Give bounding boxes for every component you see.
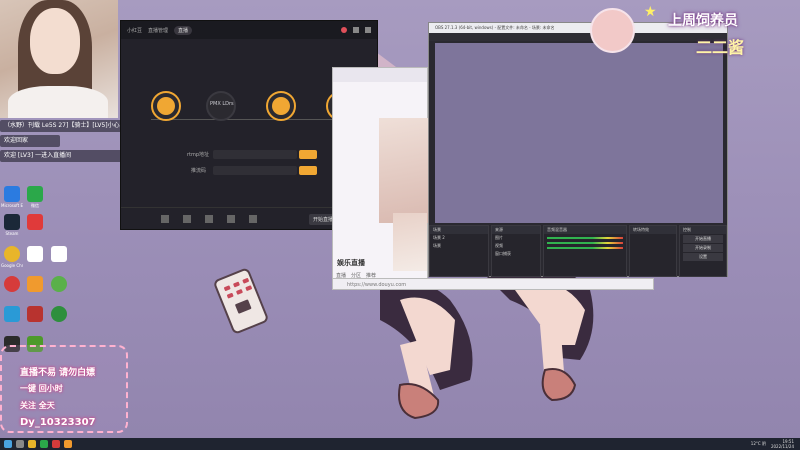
- stream-thumbnail[interactable]: [379, 118, 429, 223]
- minimize-icon[interactable]: [353, 27, 359, 33]
- browser-brand: 娱乐直播: [337, 259, 365, 267]
- tab-item[interactable]: 小红豆: [127, 27, 142, 34]
- top-feeder-title: 上周饲养员: [668, 13, 738, 29]
- url-bar[interactable]: https://www.douyu.com: [332, 278, 654, 290]
- scene-item[interactable]: 场景: [430, 242, 488, 250]
- mixer-panel: 音频混音器: [543, 225, 627, 277]
- audio-meter: [547, 247, 623, 249]
- chat-message: 欢迎回家: [0, 135, 60, 147]
- source-item[interactable]: 窗口捕获: [492, 250, 540, 258]
- stream-thumbnail[interactable]: [393, 213, 427, 271]
- orange-app-icon[interactable]: [24, 276, 46, 292]
- tool-icon[interactable]: [205, 215, 213, 223]
- scene-item[interactable]: 场景 2: [430, 234, 488, 242]
- orange-app-icon[interactable]: [64, 440, 72, 448]
- app-red-icon[interactable]: [24, 214, 46, 230]
- blue-app-icon[interactable]: [1, 306, 23, 322]
- weather-label[interactable]: 12°C 阴: [751, 441, 766, 447]
- panel-header: 音频混音器: [544, 226, 626, 234]
- node-label: PMX LDrs: [210, 101, 234, 107]
- panel-header: 转场特效: [630, 226, 676, 234]
- center-pill[interactable]: 直播: [174, 25, 193, 35]
- source-item[interactable]: 图片: [492, 234, 540, 242]
- netease-icon[interactable]: [1, 276, 23, 292]
- browser-header: [333, 68, 427, 82]
- search-icon[interactable]: [16, 440, 24, 448]
- steam-icon[interactable]: Steam: [1, 214, 23, 236]
- chrome-icon[interactable]: [28, 440, 36, 448]
- stream-assistant-toolbar: 小红豆 直播管理 直播: [121, 21, 377, 39]
- stream-info-overlay: 直播不易 请勿白嫖 一键 回小时 关注 全天 Dy_10323307: [0, 345, 128, 433]
- chrome-icon[interactable]: Google Chrome: [1, 246, 23, 268]
- transitions-panel: 转场特效: [629, 225, 677, 277]
- control-button[interactable]: 开始直播: [683, 235, 723, 243]
- green-app-icon[interactable]: [48, 276, 70, 292]
- rtmp-label: rtmp地址: [187, 152, 210, 158]
- record-icon[interactable]: [341, 27, 347, 33]
- overlay-line: 一键 回小时: [20, 384, 63, 393]
- audio-meter: [547, 242, 623, 244]
- obs-preview[interactable]: [435, 43, 723, 223]
- app-red-icon[interactable]: [24, 306, 46, 322]
- control-button[interactable]: 开始录制: [683, 244, 723, 252]
- setup-node[interactable]: [266, 91, 296, 121]
- sources-panel: 来源 图片 视频 窗口捕获: [491, 225, 541, 277]
- copy-key-button[interactable]: [299, 166, 317, 175]
- top-feeder-overlay: 上周饲养员 二二酱: [638, 10, 798, 58]
- webcam-feed: [0, 0, 118, 118]
- chibi-avatar: [590, 8, 635, 53]
- panel-header: 控制: [680, 226, 726, 234]
- browser-window: 娱乐直播 直播 分区 推荐: [332, 67, 429, 290]
- start-icon[interactable]: [4, 440, 12, 448]
- panel-header: 来源: [492, 226, 540, 234]
- tool-icon[interactable]: [161, 215, 169, 223]
- clock[interactable]: 19:51 2022/11/24: [771, 439, 794, 449]
- wechat-icon[interactable]: [40, 440, 48, 448]
- overlay-line: Dy_10323307: [20, 417, 96, 428]
- system-tray: 12°C 阴 19:51 2022/11/24: [751, 438, 794, 450]
- setup-node[interactable]: [151, 91, 181, 121]
- audio-meter: [547, 237, 623, 239]
- app-red-icon[interactable]: [52, 440, 60, 448]
- control-button[interactable]: 设置: [683, 253, 723, 261]
- taskbar: 12°C 阴 19:51 2022/11/24: [0, 438, 800, 450]
- wechat-icon[interactable]: 微信: [24, 186, 46, 209]
- rtmp-field[interactable]: [213, 150, 297, 159]
- copy-rtmp-button[interactable]: [299, 150, 317, 159]
- file-icon[interactable]: [48, 246, 70, 262]
- tool-icon[interactable]: [183, 215, 191, 223]
- overlay-line: 关注 全天: [20, 401, 55, 410]
- panel-header: 场景: [430, 226, 488, 234]
- tab-item[interactable]: 直播管理: [148, 27, 168, 34]
- key-field[interactable]: [213, 166, 297, 175]
- scenes-panel: 场景 场景 2 场景: [429, 225, 489, 277]
- overlay-line: 直播不易 请勿白嫖: [20, 368, 96, 378]
- obs-window: OBS 27.1.3 (64-bit, windows) - 配置文件: 未命名…: [428, 22, 728, 277]
- tool-icon[interactable]: [227, 215, 235, 223]
- key-label: 推流码: [191, 168, 207, 174]
- top-feeder-name: 二二酱: [696, 38, 745, 57]
- file-icon[interactable]: [24, 246, 46, 262]
- tool-icon[interactable]: [249, 215, 257, 223]
- close-icon[interactable]: [365, 27, 371, 33]
- green-app-icon[interactable]: [48, 306, 70, 322]
- source-item[interactable]: 视频: [492, 242, 540, 250]
- chat-message: 欢迎 [LV3] 一进入直播间: [0, 150, 130, 162]
- controls-panel: 控制 开始直播 开始录制 设置: [679, 225, 727, 277]
- edge-icon[interactable]: Microsoft Edge: [1, 186, 23, 208]
